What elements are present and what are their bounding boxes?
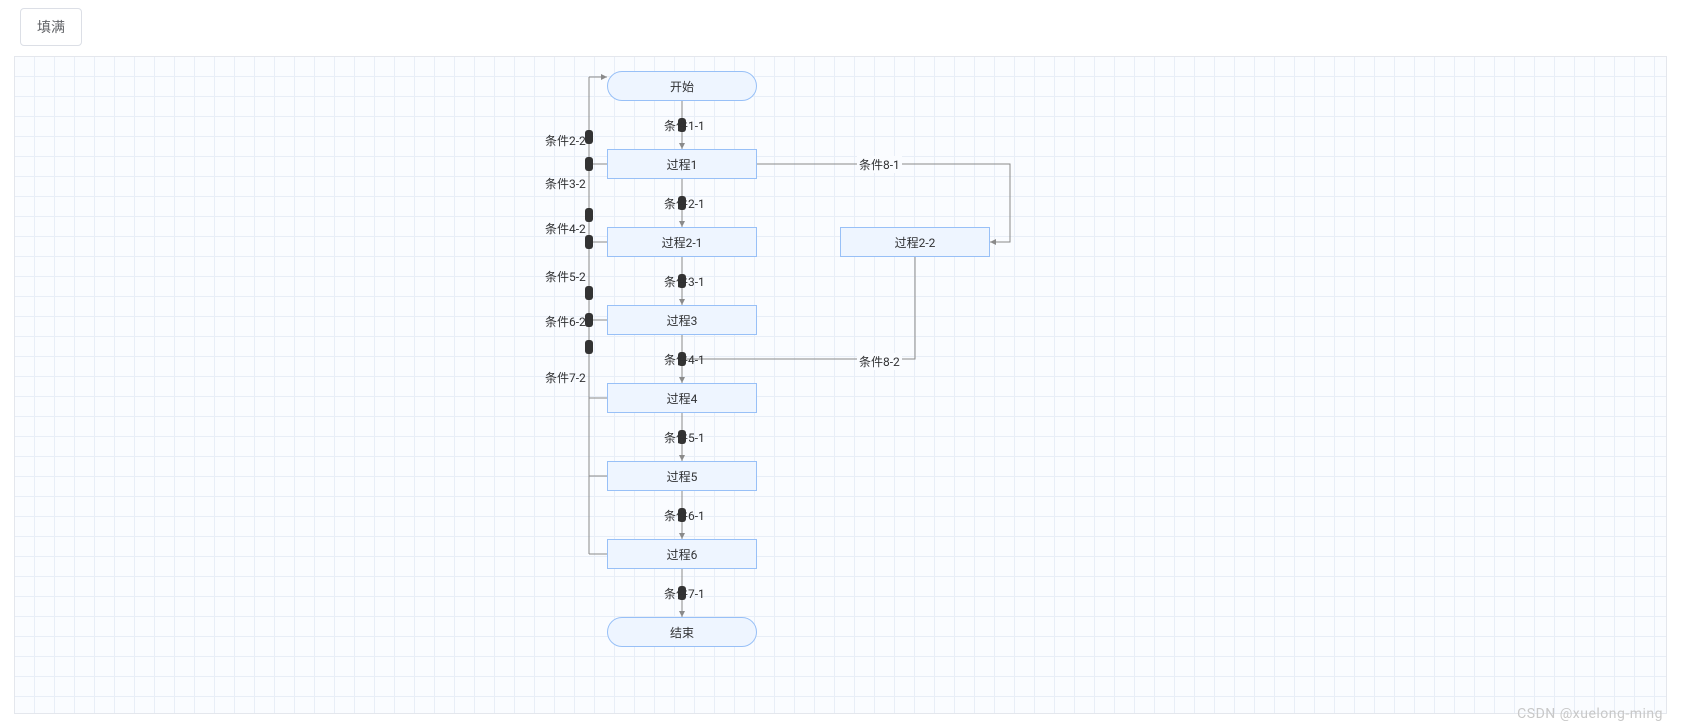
flowchart-canvas[interactable]: 开始过程1过程2-1过程2-2过程3过程4过程5过程6结束 条件1-1条件2-1… <box>14 56 1667 714</box>
connection-port[interactable] <box>585 235 593 249</box>
node-label: 过程4 <box>667 390 698 407</box>
connection-port[interactable] <box>585 313 593 327</box>
connection-port[interactable] <box>678 586 686 600</box>
node-label: 结束 <box>670 624 694 641</box>
edges-layer <box>15 57 1666 713</box>
connection-port[interactable] <box>585 130 593 144</box>
node-p21[interactable]: 过程2-1 <box>607 227 757 257</box>
node-label: 过程3 <box>667 312 698 329</box>
node-start[interactable]: 开始 <box>607 71 757 101</box>
connection-port[interactable] <box>585 286 593 300</box>
node-p5[interactable]: 过程5 <box>607 461 757 491</box>
node-label: 开始 <box>670 78 694 95</box>
node-p6[interactable]: 过程6 <box>607 539 757 569</box>
connection-port[interactable] <box>678 352 686 366</box>
node-p1[interactable]: 过程1 <box>607 149 757 179</box>
connection-port[interactable] <box>678 508 686 522</box>
node-p3[interactable]: 过程3 <box>607 305 757 335</box>
connection-port[interactable] <box>678 196 686 210</box>
connection-port[interactable] <box>585 157 593 171</box>
node-label: 过程2-1 <box>662 234 703 251</box>
connection-port[interactable] <box>678 118 686 132</box>
connection-port[interactable] <box>585 340 593 354</box>
node-label: 过程5 <box>667 468 698 485</box>
node-p22[interactable]: 过程2-2 <box>840 227 990 257</box>
connection-port[interactable] <box>585 208 593 222</box>
fill-button[interactable]: 填满 <box>20 8 82 46</box>
node-label: 过程6 <box>667 546 698 563</box>
toolbar: 填满 <box>20 8 82 46</box>
node-end[interactable]: 结束 <box>607 617 757 647</box>
node-label: 过程1 <box>667 156 698 173</box>
connection-port[interactable] <box>678 274 686 288</box>
node-p4[interactable]: 过程4 <box>607 383 757 413</box>
connection-port[interactable] <box>678 430 686 444</box>
node-label: 过程2-2 <box>895 234 936 251</box>
